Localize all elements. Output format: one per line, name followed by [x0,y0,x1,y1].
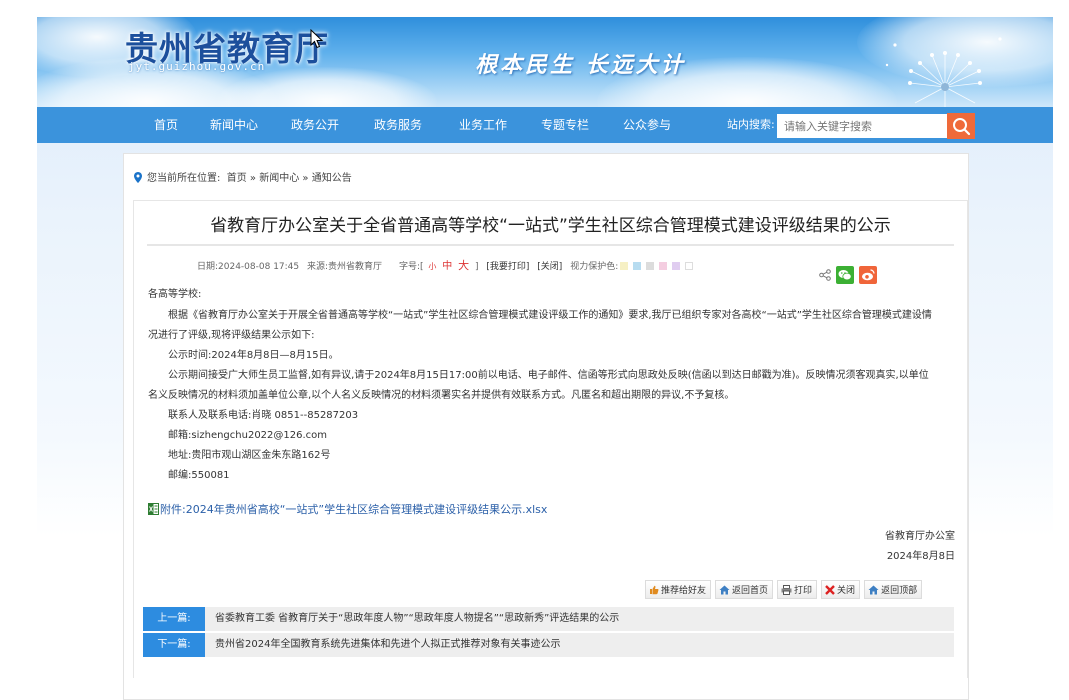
recommend-label: 推荐给好友 [661,586,707,596]
weibo-icon[interactable] [859,265,878,284]
top-label: 返回顶部 [881,586,918,596]
nav-item-gov-affairs[interactable]: 政务公开 [291,107,339,143]
eye-color-swatch-gray[interactable] [646,262,655,270]
breadcrumb-home[interactable]: 首页 [227,173,247,184]
share-bar [819,264,878,284]
eye-color-swatch-pink[interactable] [659,262,668,270]
close-icon [825,585,835,595]
article-tools: 推荐给好友 返回首页 打印 关闭 返回顶部 [641,580,923,599]
print-label: 打印 [794,586,813,596]
close-button[interactable]: 关闭 [821,580,861,599]
print-link[interactable]: [我要打印] [486,262,529,272]
close-label: 关闭 [837,586,856,596]
eye-color-swatch-white[interactable] [685,262,694,270]
site-url: jyt.guizhou.gov.cn [128,60,266,73]
address-line: 地址:贵阳市观山湖区金朱东路162号 [168,450,331,461]
location-pin-icon [134,172,142,183]
content-card: 您当前所在位置: 首页 » 新闻中心 » 通知公告 省教育厅办公室关于全省普通高… [123,153,969,700]
back-to-top-button[interactable]: 返回顶部 [864,580,923,599]
fontsize-bracket-end: ] [474,262,479,272]
nav-item-participation[interactable]: 公众参与 [623,107,671,143]
printer-icon [781,585,792,595]
recommend-button[interactable]: 推荐给好友 [645,580,712,599]
search-label: 站内搜索: [727,118,775,131]
excel-file-icon [148,503,159,515]
nav-item-home[interactable]: 首页 [154,107,178,143]
notice-period: 公示时间:2024年8月8日—8月15日。 [168,350,339,361]
prev-article-link[interactable]: 省委教育工委 省教育厅关于“思政年度人物”“思政年度人物提名”“思政新秀”评选结… [215,607,619,631]
paragraph-1-line-2: 况进行了评级,现将评级结果公示如下: [148,330,315,341]
eye-color-swatch-blue[interactable] [633,262,642,270]
breadcrumb-notices[interactable]: 通知公告 [312,173,352,184]
nav-item-topics[interactable]: 专题专栏 [541,107,589,143]
home-button[interactable]: 返回首页 [715,580,774,599]
breadcrumb: 您当前所在位置: 首页 » 新闻中心 » 通知公告 [134,169,352,184]
nav-item-work[interactable]: 业务工作 [459,107,507,143]
article-title: 省教育厅办公室关于全省普通高等学校“一站式”学生社区综合管理模式建设评级结果的公… [210,216,891,236]
eye-protect-label: 视力保护色: [570,262,619,272]
print-button[interactable]: 打印 [777,580,818,599]
header-banner: 贵州省教育厅 jyt.guizhou.gov.cn 根本民生 长远大计 [37,17,1053,107]
paragraph-3-line-1: 公示期间接受广大师生员工监督,如有异议,请于2024年8月15日17:00前以电… [168,370,929,381]
font-large-button[interactable]: 大 [458,259,469,272]
article-box: 省教育厅办公室关于全省普通高等学校“一站式”学生社区综合管理模式建设评级结果的公… [133,200,968,678]
greeting: 各高等学校: [148,289,202,300]
main-nav: 首页 新闻中心 政务公开 政务服务 业务工作 专题专栏 公众参与 站内搜索: [37,107,1053,143]
share-icon[interactable] [819,268,831,281]
contact-line: 联系人及联系电话:肖晓 0851--85287203 [168,410,359,421]
home-icon [719,585,730,595]
attachment-label: 附件:2024年贵州省高校“一站式”学生社区综合管理模式建设评级结果公示.xls… [160,503,548,516]
mouse-cursor-icon [310,29,324,49]
nav-item-services[interactable]: 政务服务 [374,107,422,143]
email-line: 邮箱:sizhengchu2022@126.com [168,430,328,441]
wechat-icon[interactable] [836,265,855,284]
article-meta: 日期:2024-08-08 17:45 来源:贵州省教育厅 字号:[ 小 中 大… [197,257,698,273]
breadcrumb-news[interactable]: 新闻中心 [259,173,299,184]
article-source: 来源:贵州省教育厅 [307,262,383,272]
postcode-line: 邮编:550081 [168,470,230,481]
top-home-icon [868,585,879,595]
attachment-link[interactable]: 附件:2024年贵州省高校“一站式”学生社区综合管理模式建设评级结果公示.xls… [148,501,547,517]
search-button[interactable] [947,113,975,139]
eye-color-swatch-purple[interactable] [672,262,681,270]
prev-label: 上一篇: [143,607,205,631]
home-label: 返回首页 [732,586,769,596]
dandelion-graphic [885,37,1002,107]
search-icon [953,118,971,136]
page-frame: 贵州省教育厅 jyt.guizhou.gov.cn 根本民生 长远大计 首页 新… [37,17,1053,700]
title-divider [147,244,954,246]
nav-item-news[interactable]: 新闻中心 [210,107,258,143]
close-link[interactable]: [关闭] [537,262,562,272]
paragraph-1-line-1: 根据《省教育厅办公室关于开展全省普通高等学校“一站式”学生社区综合管理模式建设评… [168,310,932,321]
breadcrumb-separator: » [249,173,257,184]
next-article-row: 下一篇: 贵州省2024年全国教育系统先进集体和先进个人拟正式推荐对象有关事迹公… [143,633,954,657]
signer: 省教育厅办公室 [885,531,955,542]
breadcrumb-prefix: 您当前所在位置: [147,173,221,184]
sign-date: 2024年8月8日 [886,551,955,562]
next-label: 下一篇: [143,633,205,657]
next-article-link[interactable]: 贵州省2024年全国教育系统先进集体和先进个人拟正式推荐对象有关事迹公示 [215,633,560,657]
search-input[interactable] [777,114,947,138]
prev-article-row: 上一篇: 省委教育工委 省教育厅关于“思政年度人物”“思政年度人物提名”“思政新… [143,607,954,631]
breadcrumb-separator: » [302,173,309,184]
thumb-icon [650,585,659,595]
paragraph-3-line-2: 名义反映情况的材料须加盖单位公章,以个人名义反映情况的材料须署实名并提供有效联系… [148,390,735,401]
font-medium-button[interactable]: 中 [442,261,452,272]
font-small-button[interactable]: 小 [428,262,436,271]
slogan: 根本民生 长远大计 [475,52,686,78]
fontsize-label: 字号:[ [398,262,424,272]
eye-color-swatch-yellow[interactable] [620,262,629,270]
article-date: 日期:2024-08-08 17:45 [197,262,300,272]
